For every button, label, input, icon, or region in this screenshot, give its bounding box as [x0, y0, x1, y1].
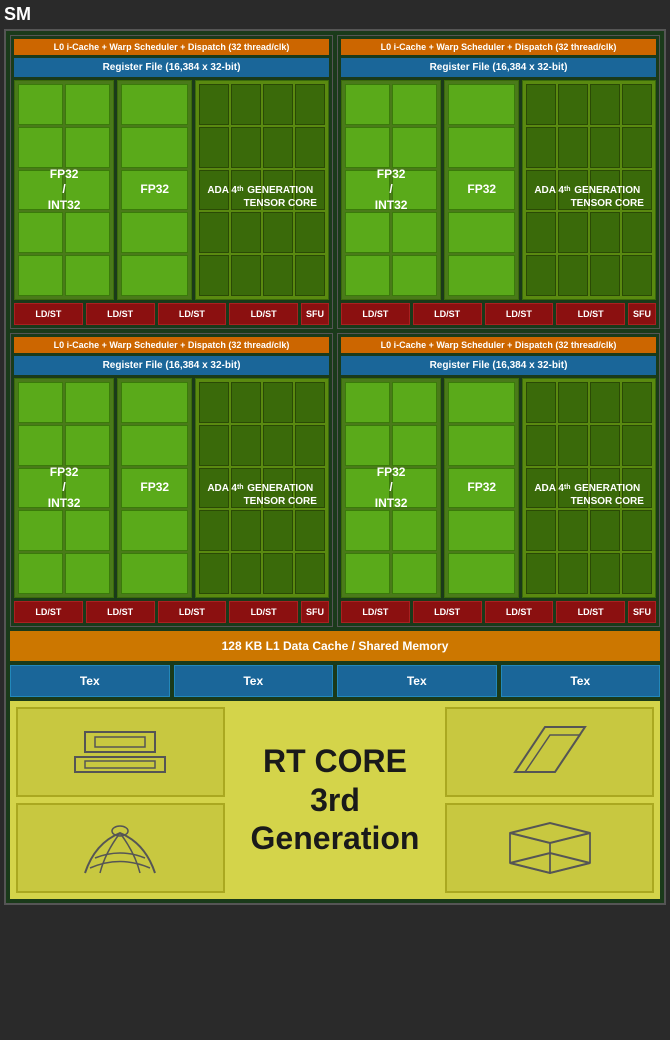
sfu-3: SFU [301, 601, 329, 623]
register-file-bar-3: Register File (16,384 x 32-bit) [14, 356, 329, 375]
rt-core-line1: RT CORE [263, 743, 407, 779]
tex-3: Tex [337, 665, 497, 697]
ldst-1-1: LD/ST [14, 303, 83, 325]
ldst-row-1: LD/ST LD/ST LD/ST LD/ST SFU [14, 303, 329, 325]
rt-icon-bottomleft-svg [65, 813, 175, 883]
compute-block-1: FP32/INT32 FP32 ADA 4thGENERATIONT [14, 80, 329, 300]
tensor-col-2: ADA 4thGENERATIONTENSOR CORE [522, 80, 656, 300]
ldst-3-3: LD/ST [158, 601, 227, 623]
register-file-bar-2: Register File (16,384 x 32-bit) [341, 58, 656, 77]
tex-2: Tex [174, 665, 334, 697]
fp32-int32-col-1: FP32/INT32 [14, 80, 114, 300]
fp32-col-3: FP32 [117, 378, 192, 598]
rt-icon-bottom-right [445, 803, 654, 893]
l1-cache-bar: 128 KB L1 Data Cache / Shared Memory [10, 631, 660, 661]
ldst-4-4: LD/ST [556, 601, 625, 623]
rt-icon-topright-svg [495, 717, 605, 787]
ldst-3-1: LD/ST [14, 601, 83, 623]
sfu-4: SFU [628, 601, 656, 623]
ldst-3-2: LD/ST [86, 601, 155, 623]
warp-scheduler-bar-4: L0 i-Cache + Warp Scheduler + Dispatch (… [341, 337, 656, 353]
ldst-row-4: LD/ST LD/ST LD/ST LD/ST SFU [341, 601, 656, 623]
ldst-4-2: LD/ST [413, 601, 482, 623]
sfu-1: SFU [301, 303, 329, 325]
tensor-col-4: ADA 4thGENERATIONTENSOR CORE [522, 378, 656, 598]
warp-scheduler-bar-3: L0 i-Cache + Warp Scheduler + Dispatch (… [14, 337, 329, 353]
quadrant-2: L0 i-Cache + Warp Scheduler + Dispatch (… [337, 35, 660, 329]
quadrant-1: L0 i-Cache + Warp Scheduler + Dispatch (… [10, 35, 333, 329]
register-file-bar-4: Register File (16,384 x 32-bit) [341, 356, 656, 375]
ldst-1-4: LD/ST [229, 303, 298, 325]
tex-1: Tex [10, 665, 170, 697]
outer-container: L0 i-Cache + Warp Scheduler + Dispatch (… [4, 29, 666, 905]
compute-block-3: FP32/INT32 FP32 ADA 4thGENERATIONT [14, 378, 329, 598]
ldst-2-1: LD/ST [341, 303, 410, 325]
rt-core-text: RT CORE 3rd Generation [231, 742, 440, 857]
ldst-2-2: LD/ST [413, 303, 482, 325]
quadrant-4: L0 i-Cache + Warp Scheduler + Dispatch (… [337, 333, 660, 627]
ldst-2-3: LD/ST [485, 303, 554, 325]
rt-core-label: RT CORE 3rd Generation [231, 707, 440, 893]
sfu-2: SFU [628, 303, 656, 325]
ldst-row-3: LD/ST LD/ST LD/ST LD/ST SFU [14, 601, 329, 623]
ldst-1-2: LD/ST [86, 303, 155, 325]
warp-scheduler-bar-1: L0 i-Cache + Warp Scheduler + Dispatch (… [14, 39, 329, 55]
rt-icon-bottomright-svg [495, 813, 605, 883]
tensor-col-3: ADA 4thGENERATIONTENSOR CORE [195, 378, 329, 598]
fp32-col-4: FP32 [444, 378, 519, 598]
rt-icon-top-right [445, 707, 654, 797]
ldst-4-1: LD/ST [341, 601, 410, 623]
ldst-row-2: LD/ST LD/ST LD/ST LD/ST SFU [341, 303, 656, 325]
fp32-int32-col-2: FP32/INT32 [341, 80, 441, 300]
tensor-col-1: ADA 4thGENERATIONTENSOR CORE [195, 80, 329, 300]
ldst-4-3: LD/ST [485, 601, 554, 623]
ldst-2-4: LD/ST [556, 303, 625, 325]
rt-core-line2: 3rd Generation [251, 782, 420, 856]
fp32-int32-col-3: FP32/INT32 [14, 378, 114, 598]
compute-block-2: FP32/INT32 FP32 ADA 4thGENERATIONT [341, 80, 656, 300]
tex-row: Tex Tex Tex Tex [10, 665, 660, 697]
quadrants-grid: L0 i-Cache + Warp Scheduler + Dispatch (… [10, 35, 660, 627]
quadrant-3: L0 i-Cache + Warp Scheduler + Dispatch (… [10, 333, 333, 627]
rt-icon-top-left [16, 707, 225, 797]
rt-icon-topleft-svg [65, 717, 175, 787]
fp32-col-2: FP32 [444, 80, 519, 300]
ldst-3-4: LD/ST [229, 601, 298, 623]
fp32-int32-col-4: FP32/INT32 [341, 378, 441, 598]
warp-scheduler-bar-2: L0 i-Cache + Warp Scheduler + Dispatch (… [341, 39, 656, 55]
fp32-col-1: FP32 [117, 80, 192, 300]
compute-block-4: FP32/INT32 FP32 ADA 4thGENERATIONT [341, 378, 656, 598]
rt-icon-bottom-left [16, 803, 225, 893]
tex-4: Tex [501, 665, 661, 697]
rt-core-section: RT CORE 3rd Generation [10, 701, 660, 899]
ldst-1-3: LD/ST [158, 303, 227, 325]
register-file-bar-1: Register File (16,384 x 32-bit) [14, 58, 329, 77]
sm-label: SM [4, 4, 666, 25]
